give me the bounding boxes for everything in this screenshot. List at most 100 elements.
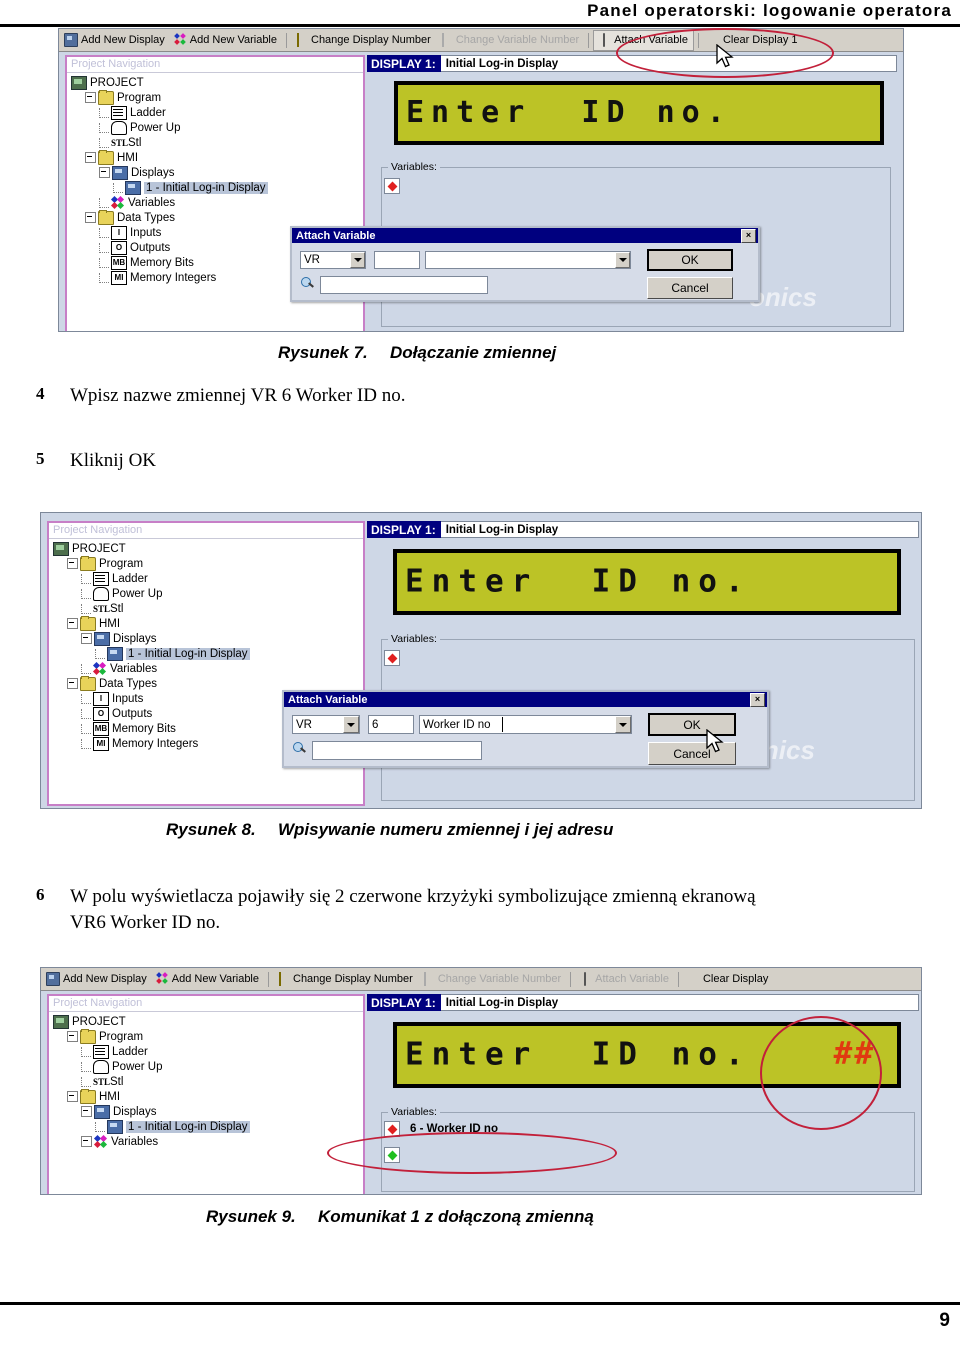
toolbar-button-change-display-number[interactable]: Change Display Number [273,970,418,989]
variable-row[interactable] [382,648,914,668]
lcd-screen: Enter ID no. [397,553,897,611]
project-icon [71,75,87,90]
tree-collapse-icon[interactable] [67,618,78,629]
tree-item-variables[interactable]: Variables [53,661,363,676]
toolbar-bottom[interactable]: Add New Display Add New Variable Change Di… [41,968,921,991]
tree-item-power-up[interactable]: Power Up [53,586,363,601]
variable-row[interactable] [382,176,890,196]
tree-item-hmi[interactable]: HMI [53,1088,363,1104]
tree-item-label: Memory Integers [130,271,217,284]
address-magnifier-icon[interactable] [301,277,315,291]
address-magnifier-icon[interactable] [293,742,307,756]
variable-name-combo[interactable]: Worker ID no [419,715,632,734]
tree-item-1-initial-log-in-display[interactable]: 1 - Initial Log-in Display [53,1119,363,1134]
tree-item-stl[interactable]: STL Stl [71,135,363,150]
tree-item-1-initial-log-in-display[interactable]: 1 - Initial Log-in Display [71,180,363,195]
add-variable-icon [155,972,169,985]
tree-collapse-icon[interactable] [99,167,110,178]
tree-collapse-icon[interactable] [81,633,92,644]
tree-collapse-icon[interactable] [67,1031,78,1042]
tree-branch-line [81,663,91,674]
variable-name-combo[interactable] [425,251,631,269]
tree-item-label: PROJECT [90,76,144,89]
tree-item-label: Power Up [112,587,163,600]
tree-item-hmi[interactable]: HMI [71,149,363,165]
tree-item-project[interactable]: PROJECT [53,541,363,556]
close-icon[interactable]: × [741,228,756,243]
tree-item-variables[interactable]: Variables [53,1134,363,1149]
text-caret [502,717,503,732]
tree-branch-line [99,257,109,268]
tree-item-data-types[interactable]: Data Types [71,209,363,225]
caption-text: Wpisywanie numeru zmiennej i jej adresu [278,820,614,839]
variable-type-chevron-down-icon[interactable] [343,716,359,733]
tree-collapse-icon[interactable] [67,678,78,689]
toolbar-button-clear-display[interactable]: Clear Display [683,970,773,989]
tree-item-label: PROJECT [72,1015,126,1028]
variable-address-input[interactable] [320,276,488,294]
variable-name-chevron-down-icon[interactable] [615,716,631,733]
variable-name-chevron-down-icon[interactable] [615,252,630,268]
tree-collapse-icon[interactable] [81,1106,92,1117]
display-name-field[interactable]: Initial Log-in Display [440,994,919,1011]
tree-branch-line [99,242,109,253]
toolbar-button-add-new-variable[interactable]: Add New Variable [152,970,264,989]
display-icon [107,646,123,661]
toolbar-button-add-new-variable[interactable]: Add New Variable [170,31,282,50]
tree-item-data-types[interactable]: Data Types [53,675,363,691]
project-tree[interactable]: PROJECT Program Ladder Power Up STL Stl HMI Dis… [49,1012,363,1149]
tree-item-power-up[interactable]: Power Up [71,120,363,135]
tree-item-program[interactable]: Program [53,1028,363,1044]
lcd-text: Enter ID no. [406,94,732,130]
tree-item-project[interactable]: PROJECT [71,75,363,90]
toolbar-button-add-new-display[interactable]: Add New Display [59,31,170,50]
display-name-field[interactable]: Initial Log-in Display [440,521,919,538]
tree-item-displays[interactable]: Displays [53,1104,363,1119]
tree-item-power-up[interactable]: Power Up [53,1059,363,1074]
tree-item-displays[interactable]: Displays [71,165,363,180]
variable-address-input[interactable] [312,741,482,760]
tree-item-ladder[interactable]: Ladder [53,571,363,586]
tree-item-displays[interactable]: Displays [53,631,363,646]
page-number: 9 [939,1310,950,1331]
tree-item-project[interactable]: PROJECT [53,1014,363,1029]
tree-item-label: Variables [110,662,158,675]
dialog-titlebar: Attach Variable × [292,228,758,243]
tree-collapse-icon[interactable] [85,152,96,163]
ok-button[interactable]: OK [647,249,733,271]
tree-collapse-icon[interactable] [85,212,96,223]
display-tag: DISPLAY 1: [367,521,441,538]
tree-item-stl[interactable]: STL Stl [53,1074,363,1089]
tree-collapse-icon[interactable] [67,558,78,569]
annotation-ellipse-hash-marks [760,1016,882,1130]
tree-collapse-icon[interactable] [85,92,96,103]
variable-number-input[interactable]: 6 [368,715,414,734]
tree-item-stl[interactable]: STL Stl [53,601,363,616]
tree-item-ladder[interactable]: Ladder [53,1044,363,1059]
step-5: 5 Kliknij OK [36,448,816,474]
add-display-icon [64,33,78,47]
variable-type-chevron-down-icon[interactable] [350,252,365,268]
lcd-text: Enter ID no. [405,563,752,600]
tree-item-variables[interactable]: Variables [71,195,363,210]
variable-number-input[interactable] [374,251,420,269]
inputs-icon: I [93,691,109,706]
tree-item-program[interactable]: Program [71,89,363,105]
cancel-button[interactable]: Cancel [647,277,733,299]
folder-icon [80,1088,96,1104]
tree-item-program[interactable]: Program [53,555,363,571]
toolbar-button-add-new-display[interactable]: Add New Display [41,970,152,989]
tree-collapse-icon[interactable] [67,1091,78,1102]
close-icon[interactable]: × [750,692,765,707]
outputs-icon: O [111,240,127,255]
tree-item-ladder[interactable]: Ladder [71,105,363,120]
variables-icon [93,1134,108,1148]
tree-item-label: Variables [111,1135,159,1148]
tree-item-hmi[interactable]: HMI [53,615,363,631]
lcd-frame-2: Enter ID no. [393,549,901,615]
toolbar-button-change-display-number[interactable]: Change Display Number [291,31,436,50]
tree-collapse-icon[interactable] [81,1136,92,1147]
toolbar-button-label: Change Variable Number [455,34,580,46]
tree-item-label: Memory Integers [112,737,199,750]
tree-item-1-initial-log-in-display[interactable]: 1 - Initial Log-in Display [53,646,363,661]
